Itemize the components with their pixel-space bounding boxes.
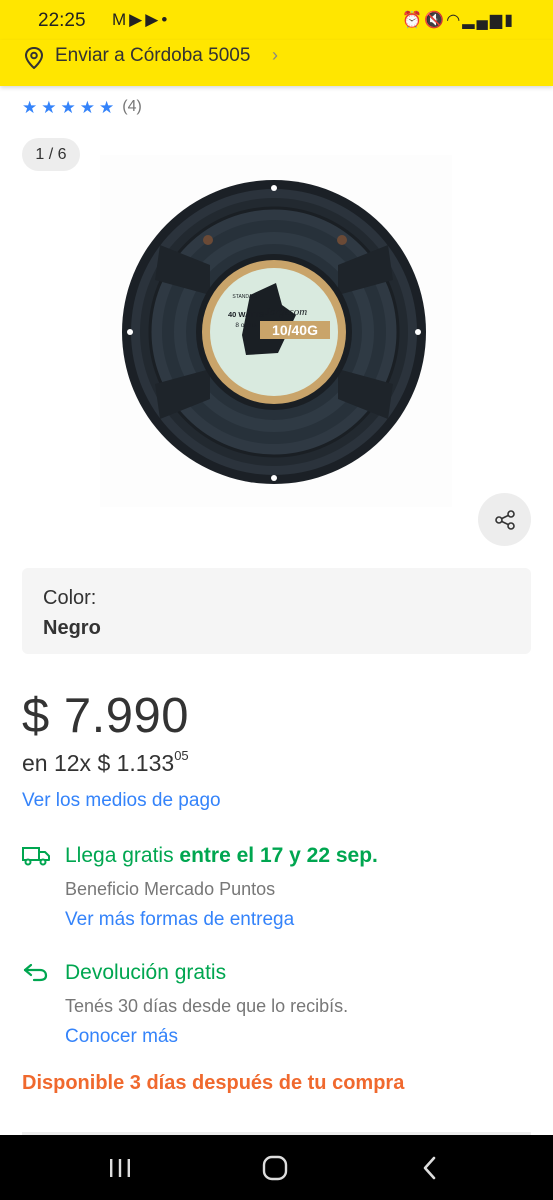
mute-icon: 🔇 (424, 12, 447, 29)
returns-title: Devolución gratis (65, 961, 227, 984)
wifi-icon: ◠ (446, 12, 463, 29)
recent-apps-button[interactable] (90, 1135, 150, 1200)
returns-detail: Tenés 30 días desde que lo recibís. (65, 996, 349, 1016)
star-icon: ★ (99, 97, 115, 117)
installments: en 12x $ 1.13305 (22, 748, 189, 777)
back-button[interactable] (400, 1135, 460, 1200)
review-count: (4) (122, 98, 142, 115)
system-navigation-bar (0, 1135, 553, 1200)
shipping-dates: entre el 17 y 22 sep. (179, 844, 378, 867)
returns-link[interactable]: Conocer más (65, 1026, 178, 1048)
home-icon (262, 1155, 288, 1180)
payment-methods-link[interactable]: Ver los medios de pago (22, 790, 221, 812)
return-arrow-icon (23, 963, 48, 982)
notification-icons: M▶▶• (112, 10, 170, 30)
location-pin-icon (24, 47, 44, 69)
back-icon (423, 1156, 436, 1179)
star-icon: ★ (22, 97, 38, 117)
gmail-icon: M (112, 10, 130, 29)
shipping-address-text: Enviar a Córdoba 5005 (55, 45, 251, 66)
status-time: 22:25 (38, 10, 86, 31)
shipping-options-link[interactable]: Ver más formas de entrega (65, 909, 294, 931)
installments-cents: 05 (174, 748, 189, 764)
availability-notice: Disponible 3 días después de tu compra (22, 1072, 405, 1094)
dot-icon: • (161, 10, 171, 29)
youtube-icon: ▶ (145, 10, 162, 29)
product-image[interactable]: 10/40G Jorgesom 40 WATTS 8 ohms STANDARD (100, 155, 452, 507)
recent-apps-icon (110, 1158, 130, 1177)
shipping-address-bar[interactable]: Enviar a Córdoba 5005 › (0, 40, 553, 86)
signal-icon: ▂▄▆ (462, 12, 505, 29)
battery-icon: ▮ (504, 12, 515, 29)
speaker-power: 40 WATTS (228, 310, 264, 319)
gallery-counter: 1 / 6 (22, 138, 80, 171)
color-label: Color: (43, 587, 97, 609)
chevron-right-icon: › (272, 45, 278, 65)
speaker-model: 10/40G (272, 322, 318, 338)
shipping-benefit: Beneficio Mercado Puntos (65, 879, 276, 899)
shipping-title: Llega gratis entre el 17 y 22 sep. (65, 844, 378, 868)
speaker-impedance: 8 ohms (235, 322, 257, 329)
share-button[interactable] (478, 493, 531, 546)
system-icons: ⏰🔇◠▂▄▆▮ (402, 10, 515, 30)
youtube-icon: ▶ (129, 10, 146, 29)
share-icon (494, 509, 515, 530)
color-selector[interactable]: Color: Negro (22, 568, 531, 654)
color-value: Negro (43, 617, 101, 639)
speaker-brand: Jorgesom (265, 306, 307, 318)
installments-amount: en 12x $ 1.133 (22, 750, 175, 776)
shipping-title-prefix: Llega gratis (65, 844, 180, 867)
alarm-icon: ⏰ (402, 12, 425, 29)
speaker-line: STANDARD (232, 294, 260, 300)
home-button[interactable] (245, 1135, 305, 1200)
star-icon: ★ (60, 97, 76, 117)
star-icon: ★ (41, 97, 57, 117)
truck-icon (22, 847, 50, 866)
speaker-illustration: 10/40G Jorgesom 40 WATTS 8 ohms STANDARD (122, 180, 426, 484)
star-icon: ★ (79, 97, 95, 117)
status-bar: 22:25 M▶▶• ⏰🔇◠▂▄▆▮ (0, 0, 553, 40)
price: $ 7.990 (22, 689, 189, 743)
rating[interactable]: ★ ★ ★ ★ ★ (4) (22, 97, 142, 117)
